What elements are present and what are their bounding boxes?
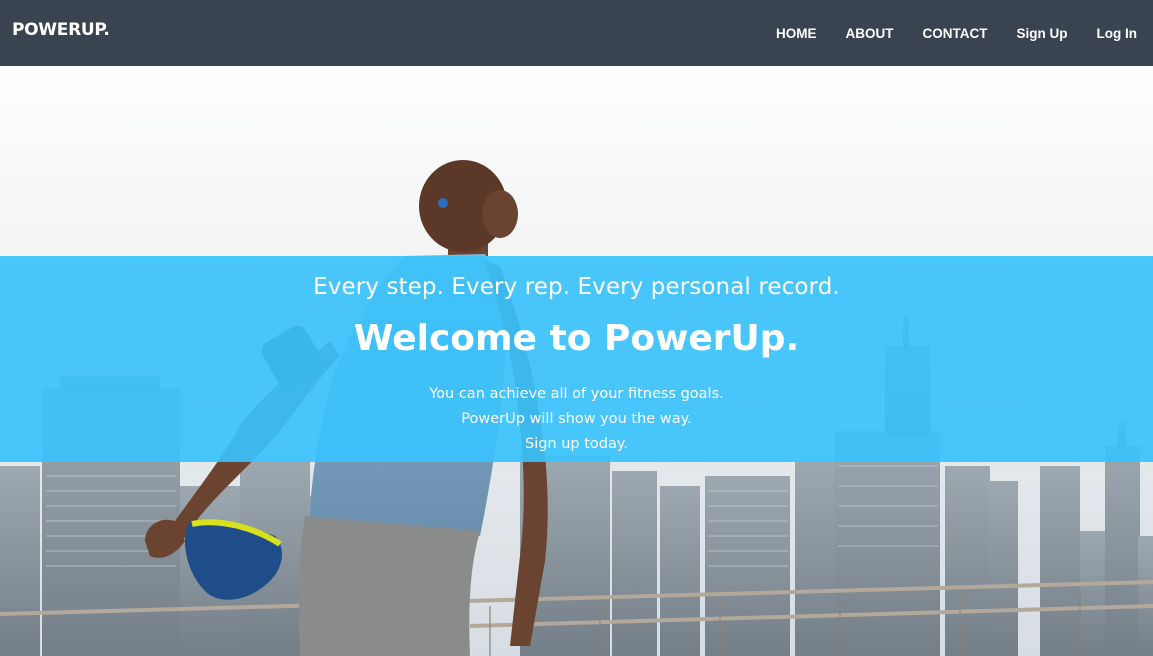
top-navbar: POWERUP. HOME ABOUT CONTACT Sign Up Log …	[0, 0, 1153, 66]
hero-headline: Welcome to PowerUp.	[353, 318, 800, 359]
nav-link-home[interactable]: HOME	[776, 26, 817, 41]
nav-link-about[interactable]: ABOUT	[846, 26, 894, 41]
nav-links: HOME ABOUT CONTACT Sign Up Log In	[776, 0, 1153, 66]
nav-link-log-in[interactable]: Log In	[1097, 26, 1138, 41]
brand-logo[interactable]: POWERUP.	[12, 20, 110, 40]
hero-banner: Every step. Every rep. Every personal re…	[0, 256, 1153, 462]
hero-copy-line: Sign up today.	[524, 436, 628, 452]
hero-copy: You can achieve all of your fitness goal…	[0, 382, 1153, 457]
nav-link-sign-up[interactable]: Sign Up	[1017, 26, 1068, 41]
hero-copy-line: PowerUp will show you the way.	[461, 411, 692, 427]
nav-link-contact[interactable]: CONTACT	[923, 26, 988, 41]
hero-section: Every step. Every rep. Every personal re…	[0, 66, 1153, 656]
hero-copy-line: You can achieve all of your fitness goal…	[429, 386, 724, 402]
hero-tagline: Every step. Every rep. Every personal re…	[313, 274, 840, 300]
